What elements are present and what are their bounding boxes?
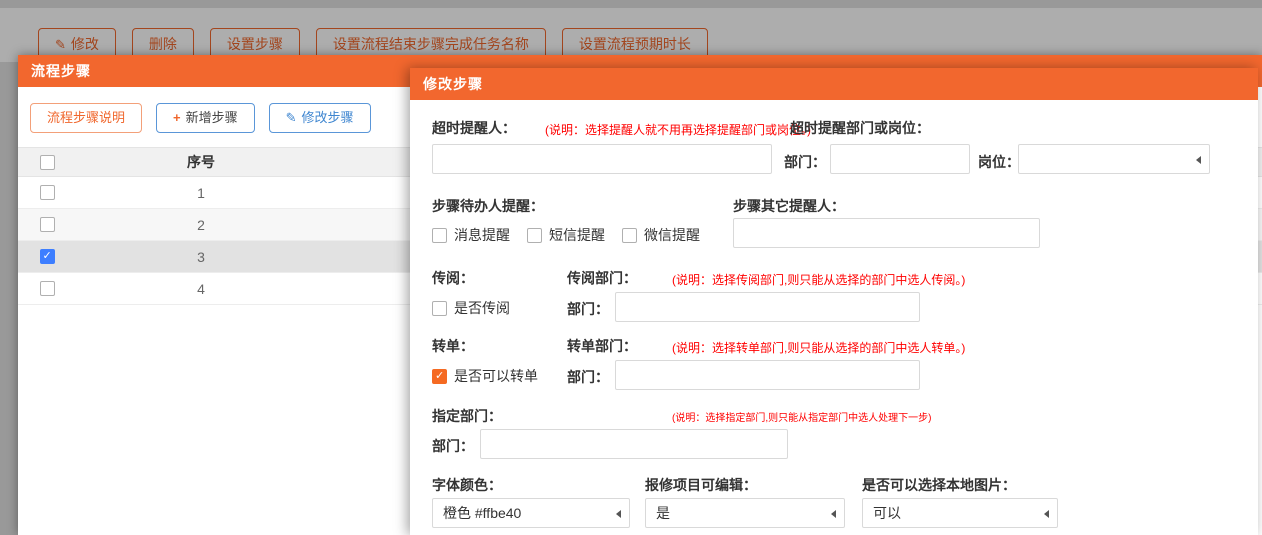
transfer-option[interactable]: 是否可以转单 bbox=[432, 366, 538, 386]
sms-reminder-option[interactable]: 短信提醒 bbox=[527, 225, 605, 245]
assign-dept-label: 指定部门： bbox=[432, 406, 502, 426]
edit-step-button[interactable]: ✎修改步骤 bbox=[269, 103, 371, 133]
assign-dept-note: (说明：选择指定部门,则只能从指定部门中选人处理下一步) bbox=[672, 409, 931, 424]
circulate-note: (说明：选择传阅部门,则只能从选择的部门中选人传阅。) bbox=[672, 271, 965, 288]
plus-icon: + bbox=[173, 110, 181, 125]
seq-column-header: 序号 bbox=[76, 152, 326, 172]
timeout-dept-label: 部门： bbox=[784, 152, 826, 172]
circulate-option[interactable]: 是否传阅 bbox=[432, 298, 510, 318]
seq-cell: 3 bbox=[76, 249, 326, 265]
message-reminder-option[interactable]: 消息提醒 bbox=[432, 225, 510, 245]
dropdown-caret-icon bbox=[1196, 156, 1201, 164]
circulate-dept-label: 部门： bbox=[567, 299, 609, 319]
add-step-button[interactable]: +新增步骤 bbox=[156, 103, 255, 133]
edit-step-modal-title: 修改步骤 bbox=[410, 68, 1258, 100]
dropdown-caret-icon bbox=[1044, 510, 1049, 518]
timeout-person-note: (说明：选择提醒人就不用再选择提醒部门或岗位。) bbox=[545, 121, 811, 138]
local-image-select[interactable]: 可以 bbox=[862, 498, 1058, 528]
steps-description-button[interactable]: 流程步骤说明 bbox=[30, 103, 142, 133]
dropdown-caret-icon bbox=[831, 510, 836, 518]
wechat-reminder-option[interactable]: 微信提醒 bbox=[622, 225, 700, 245]
todo-reminder-label: 步骤待办人提醒： bbox=[432, 196, 544, 216]
dropdown-caret-icon bbox=[616, 510, 621, 518]
font-color-label: 字体颜色： bbox=[432, 475, 502, 495]
pencil-icon: ✎ bbox=[286, 110, 297, 125]
timeout-person-input[interactable] bbox=[432, 144, 772, 174]
repair-editable-label: 报修项目可编辑： bbox=[645, 475, 757, 495]
font-color-select[interactable]: 橙色 #ffbe40 bbox=[432, 498, 630, 528]
row-checkbox[interactable] bbox=[40, 249, 55, 264]
circulate-dept-title: 传阅部门： bbox=[567, 268, 637, 288]
timeout-person-label: 超时提醒人： bbox=[432, 118, 516, 138]
circulate-label: 传阅： bbox=[432, 268, 474, 288]
other-reminder-input[interactable] bbox=[733, 218, 1040, 248]
circulate-checkbox[interactable] bbox=[432, 301, 447, 316]
timeout-post-select[interactable] bbox=[1018, 144, 1210, 174]
transfer-dept-title: 转单部门： bbox=[567, 336, 637, 356]
seq-cell: 1 bbox=[76, 185, 326, 201]
circulate-dept-input[interactable] bbox=[615, 292, 920, 322]
edit-step-modal: 修改步骤 超时提醒人： (说明：选择提醒人就不用再选择提醒部门或岗位。) 超时提… bbox=[410, 68, 1258, 535]
row-checkbox[interactable] bbox=[40, 217, 55, 232]
select-all-checkbox[interactable] bbox=[40, 155, 55, 170]
row-checkbox[interactable] bbox=[40, 281, 55, 296]
assign-dept-field-label: 部门： bbox=[432, 436, 474, 456]
transfer-note: (说明：选择转单部门,则只能从选择的部门中选人转单。) bbox=[672, 339, 965, 356]
sms-reminder-checkbox[interactable] bbox=[527, 228, 542, 243]
transfer-label: 转单： bbox=[432, 336, 474, 356]
repair-editable-select[interactable]: 是 bbox=[645, 498, 845, 528]
other-reminder-label: 步骤其它提醒人： bbox=[733, 196, 845, 216]
seq-cell: 2 bbox=[76, 217, 326, 233]
wechat-reminder-checkbox[interactable] bbox=[622, 228, 637, 243]
message-reminder-checkbox[interactable] bbox=[432, 228, 447, 243]
seq-cell: 4 bbox=[76, 281, 326, 297]
transfer-dept-input[interactable] bbox=[615, 360, 920, 390]
assign-dept-input[interactable] bbox=[480, 429, 788, 459]
transfer-checkbox[interactable] bbox=[432, 369, 447, 384]
local-image-label: 是否可以选择本地图片： bbox=[862, 475, 1016, 495]
transfer-dept-label: 部门： bbox=[567, 367, 609, 387]
timeout-dept-or-post-label: 超时提醒部门或岗位： bbox=[790, 118, 930, 138]
timeout-post-label: 岗位： bbox=[978, 152, 1020, 172]
row-checkbox[interactable] bbox=[40, 185, 55, 200]
timeout-dept-input[interactable] bbox=[830, 144, 970, 174]
